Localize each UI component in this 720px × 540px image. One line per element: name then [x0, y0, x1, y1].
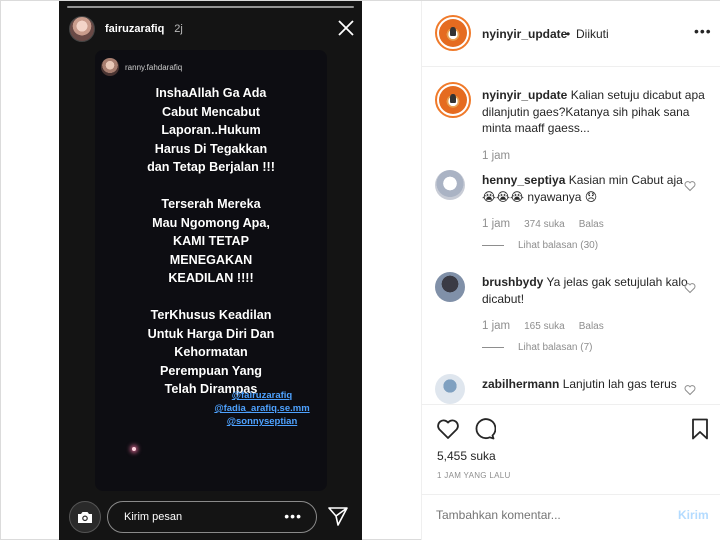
view-replies-label: Lihat balasan (7): [518, 342, 593, 353]
comment-text: zabilhermann Lanjutin lah gas terus: [482, 376, 688, 393]
reply-button[interactable]: Balas: [579, 219, 604, 230]
post-author-avatar[interactable]: [435, 15, 471, 51]
post-author-username[interactable]: nyinyir_update: [482, 27, 567, 41]
story-progress-bar: [67, 6, 354, 8]
view-replies-button[interactable]: Lihat balasan (7): [482, 342, 593, 353]
post-timestamp: 1 JAM YANG LALU: [437, 471, 511, 480]
comments-list[interactable]: nyinyir_update Kalian setuju dicabut apa…: [422, 68, 720, 404]
story-mentions: @fairuzarafiq @fadia_arafiq.se.mm @sonny…: [203, 389, 321, 428]
comment-time[interactable]: 1 jam: [482, 320, 510, 332]
comment-icon[interactable]: [472, 417, 496, 441]
story-username[interactable]: fairuzarafiq: [105, 23, 164, 35]
commenter-avatar[interactable]: [435, 170, 465, 200]
caption-author-avatar[interactable]: [435, 82, 471, 118]
card-username: ranny.fahdarafiq: [125, 62, 183, 72]
view-replies-button[interactable]: Lihat balasan (30): [482, 240, 598, 251]
story-footer: Kirim pesan •••: [59, 499, 362, 535]
camera-icon: [78, 512, 92, 523]
card-avatar: [101, 58, 119, 76]
close-icon[interactable]: [337, 19, 355, 37]
comment-username[interactable]: henny_septiya: [482, 173, 565, 187]
mention-fairuzarafiq[interactable]: @fairuzarafiq: [203, 389, 321, 402]
message-placeholder: Kirim pesan: [124, 511, 183, 523]
comment-time[interactable]: 1 jam: [482, 218, 510, 230]
story-content-card: ranny.fahdarafiq InshaAllah Ga Ada Cabut…: [95, 50, 327, 491]
reply-button[interactable]: Balas: [579, 321, 604, 332]
story-viewer: fairuzarafiq 2j ranny.fahdarafiq InshaAl…: [59, 1, 362, 540]
heart-icon[interactable]: [436, 417, 460, 441]
comment-text: henny_septiya Kasian min Cabut aja 😭😭😭 n…: [482, 172, 688, 205]
post-panel: nyinyir_update • Diikuti ••• nyinyir_upd…: [421, 1, 720, 540]
story-avatar[interactable]: [69, 16, 95, 42]
view-replies-label: Lihat balasan (30): [518, 240, 599, 251]
add-comment-bar: Kirim: [422, 494, 720, 535]
heart-icon[interactable]: [684, 384, 696, 396]
mention-fadia-arafiq[interactable]: @fadia_arafiq.se.mm: [203, 402, 321, 415]
commenter-avatar[interactable]: [435, 374, 465, 404]
instagram-post-window: fairuzarafiq 2j ranny.fahdarafiq InshaAl…: [0, 0, 720, 540]
separator-dot: •: [566, 27, 571, 41]
more-options-icon[interactable]: •••: [284, 509, 302, 523]
likes-count[interactable]: 5,455 suka: [437, 449, 496, 463]
more-options-icon[interactable]: •••: [694, 23, 712, 39]
replies-divider: [482, 245, 504, 246]
card-header: ranny.fahdarafiq: [101, 58, 182, 76]
commenter-avatar[interactable]: [435, 272, 465, 302]
comment-username[interactable]: brushbydy: [482, 275, 543, 289]
heart-icon[interactable]: [684, 180, 696, 192]
post-comment-button[interactable]: Kirim: [678, 508, 709, 522]
story-header: fairuzarafiq 2j: [69, 15, 183, 43]
send-icon[interactable]: [327, 505, 349, 527]
comment-body: Lanjutin lah gas terus: [562, 377, 677, 391]
bookmark-icon[interactable]: [688, 417, 712, 441]
camera-button[interactable]: [69, 501, 101, 533]
caption-text: nyinyir_update Kalian setuju dicabut apa…: [482, 87, 710, 137]
post-actions: 5,455 suka 1 JAM YANG LALU Kirim: [422, 404, 720, 534]
message-input[interactable]: Kirim pesan •••: [107, 501, 317, 533]
mention-sonnyseptian[interactable]: @sonnyseptian: [203, 415, 321, 428]
sparkle-sticker: [132, 447, 136, 451]
comment-username[interactable]: zabilhermann: [482, 377, 559, 391]
caption-username[interactable]: nyinyir_update: [482, 88, 567, 102]
comment-meta: 1 jam 165 suka Balas: [482, 320, 604, 332]
follow-status-button[interactable]: Diikuti: [576, 27, 609, 41]
comment-meta: 1 jam 374 suka Balas: [482, 218, 604, 230]
caption-time[interactable]: 1 jam: [482, 150, 510, 162]
comment-input[interactable]: [436, 508, 656, 522]
story-time: 2j: [174, 23, 183, 35]
comment-likes[interactable]: 374 suka: [524, 219, 565, 230]
story-statement-text: InshaAllah Ga Ada Cabut Mencabut Laporan…: [147, 86, 275, 396]
post-header: nyinyir_update • Diikuti •••: [422, 1, 720, 67]
comment-text: brushbydy Ya jelas gak setujulah kalo di…: [482, 274, 688, 307]
comment-likes[interactable]: 165 suka: [524, 321, 565, 332]
replies-divider: [482, 347, 504, 348]
heart-icon[interactable]: [684, 282, 696, 294]
